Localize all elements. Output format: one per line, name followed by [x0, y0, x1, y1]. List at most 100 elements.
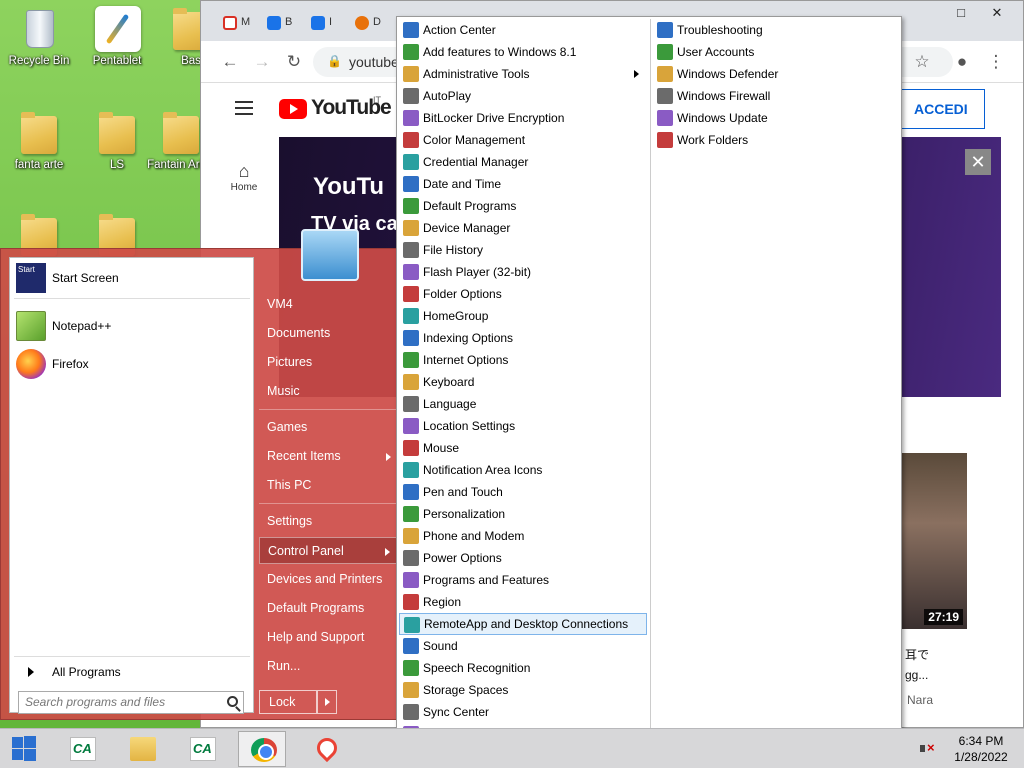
desktop-icon-fanta-arte[interactable]: fanta arte — [0, 110, 78, 171]
control-panel-item-mouse[interactable]: Mouse — [399, 437, 647, 459]
start-right-control-panel[interactable]: Control Panel — [259, 537, 397, 564]
control-panel-item-homegroup[interactable]: HomeGroup — [399, 305, 647, 327]
taskbar-app-credit-agricole-1[interactable] — [58, 731, 106, 767]
control-panel-item-internet-options[interactable]: Internet Options — [399, 349, 647, 371]
control-panel-item-label: File History — [423, 243, 484, 257]
control-panel-item-sync-center[interactable]: Sync Center — [399, 701, 647, 723]
control-panel-item-device-manager[interactable]: Device Manager — [399, 217, 647, 239]
video-title-fragment[interactable]: 耳で — [905, 646, 929, 663]
browser-tab-3[interactable]: I — [307, 11, 351, 37]
control-panel-item-color-management[interactable]: Color Management — [399, 129, 647, 151]
control-panel-item-location-settings[interactable]: Location Settings — [399, 415, 647, 437]
control-panel-item-folder-options[interactable]: Folder Options — [399, 283, 647, 305]
start-item-firefox[interactable]: Firefox — [14, 346, 250, 382]
forward-icon[interactable]: → — [251, 51, 273, 73]
pentablet-icon — [95, 6, 141, 52]
start-right-vm4[interactable]: VM4 — [259, 291, 397, 318]
control-panel-item-power-options[interactable]: Power Options — [399, 547, 647, 569]
start-screen-icon: Start — [16, 263, 46, 293]
start-item-notepad-plus-plus[interactable]: Notepad++ — [14, 308, 250, 344]
system-clock[interactable]: 6:34 PM 1/28/2022 — [946, 733, 1016, 765]
search-input[interactable]: Search programs and files — [18, 691, 244, 714]
video-channel-fragment[interactable]: Nara — [907, 693, 933, 707]
control-panel-item-keyboard[interactable]: Keyboard — [399, 371, 647, 393]
start-item-start-screen[interactable]: Start Start Screen — [14, 260, 250, 296]
control-panel-item-language[interactable]: Language — [399, 393, 647, 415]
start-right-run[interactable]: Run... — [259, 653, 397, 680]
control-panel-item-remoteapp-and-desktop-connections[interactable]: RemoteApp and Desktop Connections — [399, 613, 647, 635]
browser-tab-4[interactable]: D — [351, 11, 395, 37]
browser-tab-2[interactable]: B — [263, 11, 307, 37]
maximize-button[interactable]: □ — [945, 1, 977, 25]
start-button[interactable] — [0, 729, 48, 768]
start-right-games[interactable]: Games — [259, 414, 397, 441]
user-picture[interactable] — [301, 229, 359, 281]
start-right-settings[interactable]: Settings — [259, 508, 397, 535]
control-panel-item-personalization[interactable]: Personalization — [399, 503, 647, 525]
video-thumbnail[interactable]: 27:19 — [901, 453, 967, 629]
start-right-help-and-support[interactable]: Help and Support — [259, 624, 397, 651]
control-panel-item-notification-area-icons[interactable]: Notification Area Icons — [399, 459, 647, 481]
control-panel-item-user-accounts[interactable]: User Accounts — [653, 41, 899, 63]
control-panel-item-phone-and-modem[interactable]: Phone and Modem — [399, 525, 647, 547]
control-panel-item-autoplay[interactable]: AutoPlay — [399, 85, 647, 107]
profile-icon[interactable]: ● — [951, 51, 973, 73]
control-panel-item-file-history[interactable]: File History — [399, 239, 647, 261]
start-right-this-pc[interactable]: This PC — [259, 472, 397, 499]
menu-kebab-icon[interactable]: ⋮ — [985, 51, 1007, 73]
control-panel-item-action-center[interactable]: Action Center — [399, 19, 647, 41]
control-panel-item-flash-player-32-bit[interactable]: Flash Player (32-bit) — [399, 261, 647, 283]
taskbar-app-credit-agricole-2[interactable] — [178, 731, 226, 767]
control-panel-item-indexing-options[interactable]: Indexing Options — [399, 327, 647, 349]
control-panel-item-windows-firewall[interactable]: Windows Firewall — [653, 85, 899, 107]
control-panel-item-label: Internet Options — [423, 353, 509, 367]
control-panel-item-programs-and-features[interactable]: Programs and Features — [399, 569, 647, 591]
reload-icon[interactable]: ↻ — [283, 51, 305, 73]
add-features-icon — [403, 44, 419, 60]
browser-tab-title: M — [241, 16, 251, 28]
all-programs-button[interactable]: All Programs — [14, 658, 250, 686]
video-title-fragment[interactable]: gg... — [905, 668, 928, 682]
control-panel-item-bitlocker-drive-encryption[interactable]: BitLocker Drive Encryption — [399, 107, 647, 129]
control-panel-item-storage-spaces[interactable]: Storage Spaces — [399, 679, 647, 701]
control-panel-item-windows-defender[interactable]: Windows Defender — [653, 63, 899, 85]
taskbar-app-google-maps[interactable] — [302, 731, 350, 767]
control-panel-item-work-folders[interactable]: Work Folders — [653, 129, 899, 151]
back-icon[interactable]: ← — [219, 51, 241, 73]
desktop-icon-recycle-bin[interactable]: Recycle Bin — [0, 6, 78, 67]
control-panel-item-sound[interactable]: Sound — [399, 635, 647, 657]
control-panel-item-credential-manager[interactable]: Credential Manager — [399, 151, 647, 173]
browser-tab-1[interactable]: M — [219, 11, 263, 37]
start-right-pictures[interactable]: Pictures — [259, 349, 397, 376]
control-panel-item-region[interactable]: Region — [399, 591, 647, 613]
control-panel-item-date-and-time[interactable]: Date and Time — [399, 173, 647, 195]
taskbar-app-chrome[interactable] — [238, 731, 286, 767]
control-panel-item-administrative-tools[interactable]: Administrative Tools — [399, 63, 647, 85]
start-right-recent-items[interactable]: Recent Items — [259, 443, 397, 470]
hamburger-menu-icon[interactable] — [235, 101, 253, 115]
sign-in-button[interactable]: ACCEDI — [895, 89, 985, 129]
control-panel-item-speech-recognition[interactable]: Speech Recognition — [399, 657, 647, 679]
control-panel-item-troubleshooting[interactable]: Troubleshooting — [653, 19, 899, 41]
control-panel-item-label: Speech Recognition — [423, 661, 531, 675]
youtube-logo-icon[interactable] — [279, 99, 307, 119]
control-panel-item-windows-update[interactable]: Windows Update — [653, 107, 899, 129]
sound-icon — [403, 638, 419, 654]
start-right-music[interactable]: Music — [259, 378, 397, 405]
start-right-documents[interactable]: Documents — [259, 320, 397, 347]
youtube-home-nav[interactable]: ⌂ Home — [229, 161, 259, 193]
start-right-devices-and-printers[interactable]: Devices and Printers — [259, 566, 397, 593]
bookmark-star-icon[interactable]: ☆ — [911, 51, 933, 73]
search-icon[interactable] — [227, 696, 238, 707]
control-panel-item-add-features-to-windows-8-1[interactable]: Add features to Windows 8.1 — [399, 41, 647, 63]
volume-muted-icon[interactable] — [920, 740, 935, 756]
desktop-icon-pentablet[interactable]: Pentablet — [78, 6, 156, 67]
control-panel-item-default-programs[interactable]: Default Programs — [399, 195, 647, 217]
lock-button[interactable]: Lock — [259, 690, 317, 714]
control-panel-item-pen-and-touch[interactable]: Pen and Touch — [399, 481, 647, 503]
start-right-default-programs[interactable]: Default Programs — [259, 595, 397, 622]
taskbar-app-file-explorer[interactable] — [118, 731, 166, 767]
power-options-arrow[interactable] — [317, 690, 337, 714]
close-banner-icon[interactable]: ✕ — [965, 149, 991, 175]
close-window-button[interactable]: ✕ — [981, 1, 1013, 25]
